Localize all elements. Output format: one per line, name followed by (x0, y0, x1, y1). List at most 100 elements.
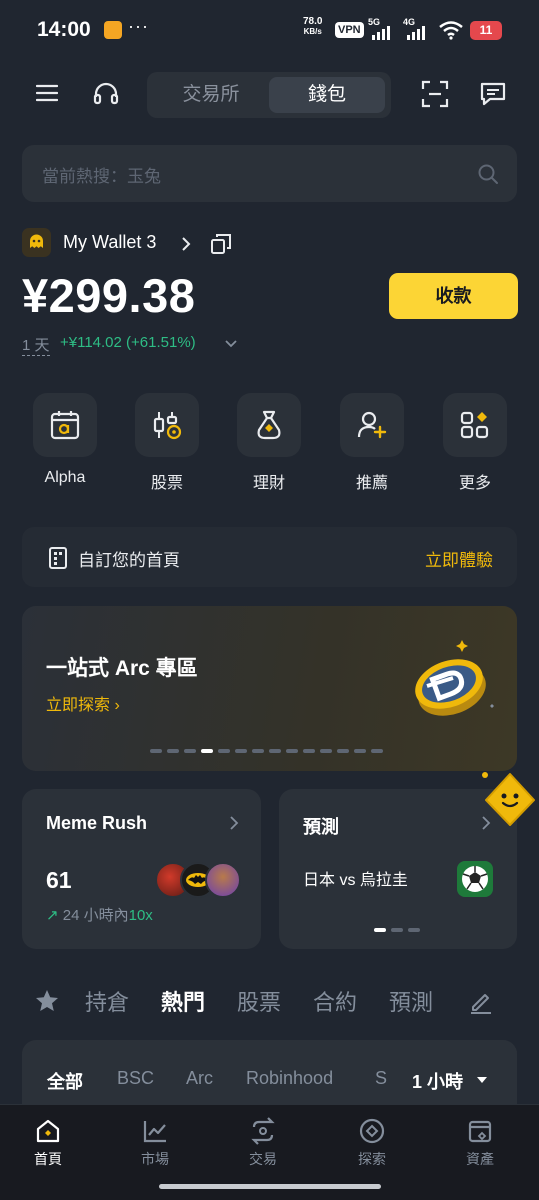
copy-icon[interactable] (210, 233, 232, 255)
action-alpha[interactable] (33, 393, 97, 457)
trend-up-icon: ↗ (46, 907, 59, 924)
banner-dot (320, 749, 332, 753)
meme-rush-title: Meme Rush (46, 813, 148, 833)
search-bar[interactable]: 當前熱搜：玉兔 (22, 145, 517, 202)
star-favorites-icon[interactable] (34, 988, 60, 1014)
banner-dot (303, 749, 315, 753)
wallet-balance: ¥299.38 (22, 269, 196, 322)
wallet-avatar[interactable] (22, 228, 51, 257)
action-more[interactable] (443, 393, 507, 457)
signal-icon-2 (407, 26, 425, 40)
action-stocks[interactable] (135, 393, 199, 457)
finance-bag-icon (257, 410, 281, 440)
status-time: 14:00 (37, 18, 91, 41)
receive-button[interactable]: 收款 (389, 273, 518, 319)
banner-dot (235, 749, 247, 753)
action-alpha-label: Alpha (44, 469, 86, 486)
markets-chart-icon (143, 1121, 166, 1143)
banner-dot (252, 749, 264, 753)
try-now-link[interactable]: 立即體驗 (425, 546, 493, 571)
menu-icon[interactable] (36, 82, 58, 104)
tab-exchange[interactable]: 交易所 (153, 77, 269, 113)
network-speed-unit: KB/s (303, 27, 322, 36)
promo-banner[interactable]: 一站式 Arc 專區 立即探索 › (22, 606, 517, 771)
action-referral[interactable] (340, 393, 404, 457)
timeframe-selector[interactable]: 1 小時 (394, 1040, 517, 1110)
home-indicator[interactable] (159, 1184, 381, 1189)
tab-futures[interactable]: 合約 (313, 985, 357, 1017)
wallet-name[interactable]: My Wallet 3 (63, 232, 156, 253)
tab-holdings[interactable]: 持倉 (85, 985, 129, 1017)
network-speed: 78.0 KB/s (303, 17, 322, 37)
nav-home-label: 首頁 (34, 1151, 62, 1167)
banner-title: 一站式 Arc 專區 (46, 657, 198, 680)
chevron-right-icon (230, 816, 239, 830)
wallet-avatar-icon (30, 234, 43, 248)
more-grid-icon (460, 411, 489, 439)
support-headset-icon[interactable] (92, 80, 120, 108)
banner-dot (184, 749, 196, 753)
banner-explore-link[interactable]: 立即探索 › (46, 691, 120, 715)
network-speed-value: 78.0 (303, 16, 323, 27)
banner-pagination (150, 749, 383, 753)
nav-markets-label: 市場 (141, 1151, 169, 1167)
chain-filter-bar: 全部 BSC Arc Robinhood S 1 小時 (22, 1040, 517, 1110)
tab-wallet[interactable]: 錢包 (269, 77, 385, 113)
nav-assets[interactable]: 資產 (435, 1117, 525, 1169)
messages-icon[interactable] (479, 80, 507, 108)
tab-predictions[interactable]: 預測 (389, 985, 433, 1017)
notification-app-icon (104, 21, 122, 39)
meme-token-avatar-3 (205, 862, 241, 898)
caret-down-icon (477, 1077, 487, 1083)
banner-dot (354, 749, 366, 753)
prediction-match: 日本 vs 烏拉圭 (303, 872, 408, 889)
filter-bsc[interactable]: BSC (117, 1068, 154, 1089)
meme-token-count: 61 (46, 867, 72, 893)
assets-wallet-icon (468, 1120, 492, 1143)
home-icon (36, 1119, 60, 1143)
filter-more[interactable]: S (375, 1068, 387, 1089)
market-tabs: 持倉 熱門 股票 合約 預測 (0, 985, 539, 1025)
search-icon[interactable] (477, 163, 499, 185)
search-placeholder: 當前熱搜：玉兔 (42, 167, 161, 186)
action-more-label: 更多 (458, 475, 491, 492)
nav-explore[interactable]: 探索 (327, 1117, 417, 1169)
prediction-dot (391, 928, 403, 932)
arc-token-coin-icon (415, 640, 494, 716)
edit-pencil-icon[interactable] (468, 989, 494, 1015)
tab-trending[interactable]: 熱門 (161, 985, 205, 1017)
referral-icon (357, 411, 387, 439)
filter-all[interactable]: 全部 (47, 1068, 83, 1094)
chevron-down-icon[interactable] (224, 339, 238, 349)
customize-homepage-label: 自訂您的首頁 (78, 551, 180, 570)
alpha-calendar-icon (50, 411, 80, 440)
prediction-pagination (374, 928, 420, 932)
meme-trend-value: 10x (128, 907, 153, 924)
prediction-dot-active (374, 928, 386, 932)
banner-dot (218, 749, 230, 753)
meme-rush-card[interactable]: Meme Rush 61 ↗ 24 小時內10x (22, 789, 261, 949)
filter-arc[interactable]: Arc (186, 1068, 213, 1089)
nav-trade[interactable]: 交易 (218, 1117, 308, 1169)
filter-robinhood[interactable]: Robinhood (246, 1068, 333, 1089)
nav-markets[interactable]: 市場 (110, 1117, 200, 1169)
banner-dot (167, 749, 179, 753)
meme-trend: ↗ 24 小時內10x (46, 904, 153, 925)
floating-mascot-icon[interactable] (478, 769, 539, 830)
nav-home[interactable]: 首頁 (3, 1117, 93, 1169)
banner-explore-label: 立即探索 (46, 697, 111, 714)
nav-explore-label: 探索 (358, 1151, 386, 1167)
banner-dot (371, 749, 383, 753)
more-notifications-indicator: ··· (128, 16, 149, 36)
phone-layout-icon (49, 547, 67, 569)
signal-icon (372, 26, 390, 40)
tab-stocks[interactable]: 股票 (237, 985, 281, 1017)
chevron-right-icon[interactable] (180, 236, 192, 252)
period-selector[interactable]: 1 天 (22, 334, 50, 356)
action-finance[interactable] (237, 393, 301, 457)
wifi-icon (439, 21, 463, 40)
banner-dot (337, 749, 349, 753)
customize-homepage-row[interactable]: 自訂您的首頁 立即體驗 (22, 527, 517, 587)
prediction-title: 預測 (303, 817, 339, 837)
scan-icon[interactable] (421, 80, 449, 108)
